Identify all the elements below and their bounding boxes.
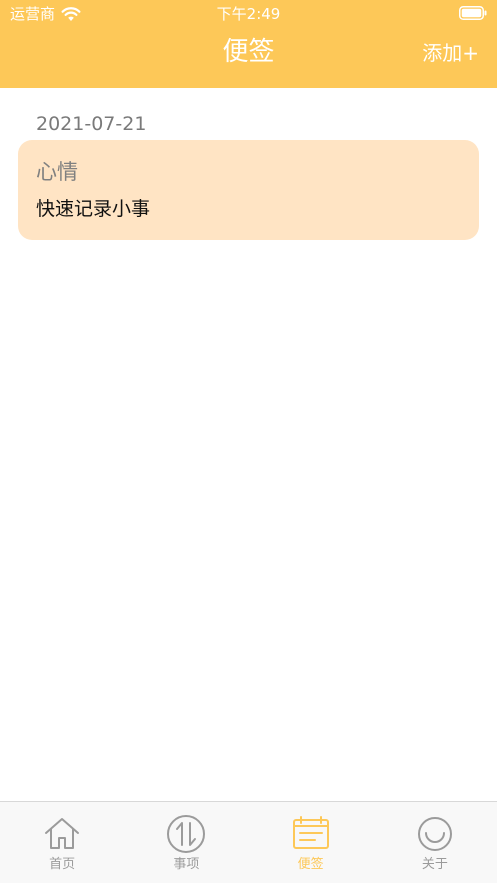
tab-about[interactable]: 关于: [373, 802, 497, 883]
tab-notes[interactable]: 便签: [249, 802, 373, 883]
tab-notes-label: 便签: [297, 857, 324, 872]
note-icon: [292, 816, 329, 849]
note-title: 心情: [36, 160, 78, 184]
header: 运营商 下午2:49 便签 添加+: [0, 0, 497, 88]
tab-home-label: 首页: [49, 857, 76, 872]
tab-bar: 首页 事项 便签 关于: [0, 801, 497, 883]
tab-home[interactable]: 首页: [0, 802, 124, 883]
notes-list: 2021-07-21 心情 快速记录小事: [0, 88, 497, 801]
note-date: 2021-07-21: [36, 113, 147, 135]
tab-tasks-label: 事项: [173, 857, 200, 872]
battery-icon: [459, 6, 487, 20]
tab-about-label: 关于: [421, 857, 448, 872]
status-bar: 运营商 下午2:49: [0, 0, 497, 28]
smiley-icon: [417, 817, 452, 851]
note-card[interactable]: 心情 快速记录小事: [18, 140, 479, 240]
tab-tasks[interactable]: 事项: [124, 802, 248, 883]
note-body: 快速记录小事: [36, 198, 151, 220]
app-screen: 运营商 下午2:49 便签 添加+ 2021-07-21 心情 快速记录小事 首…: [0, 0, 497, 883]
home-icon: [45, 818, 80, 849]
status-time: 下午2:49: [216, 5, 281, 23]
sort-arrows-icon: [167, 815, 206, 853]
add-note-button[interactable]: 添加+: [422, 38, 479, 68]
